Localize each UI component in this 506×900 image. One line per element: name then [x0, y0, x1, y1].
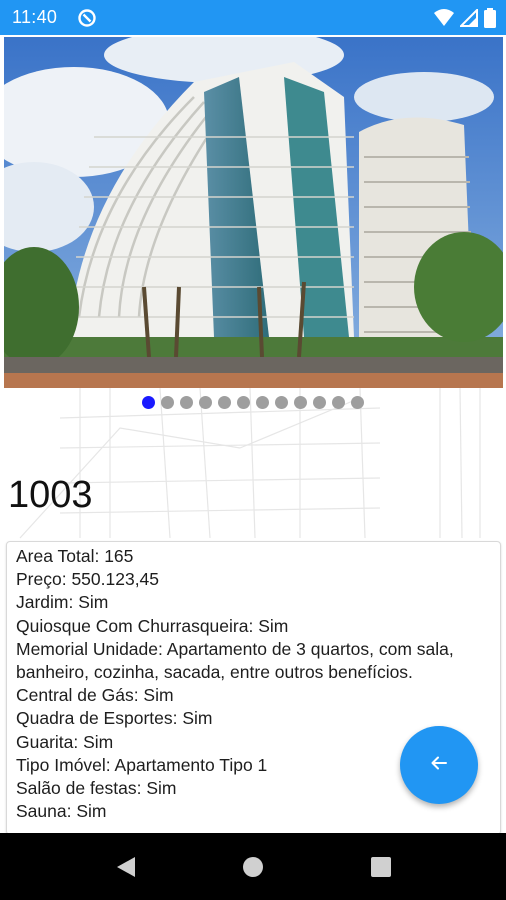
carousel-dot[interactable]: [199, 396, 212, 409]
detail-line: Quiosque Com Churrasqueira: Sim: [16, 615, 289, 636]
carousel-dot[interactable]: [275, 396, 288, 409]
detail-line: Central de Gás: Sim: [16, 685, 174, 706]
carousel-dot[interactable]: [218, 396, 231, 409]
signal-icon: [458, 7, 478, 32]
carousel-dot[interactable]: [351, 396, 364, 409]
status-bar: 11:40: [0, 0, 506, 35]
unit-title: 1003: [8, 474, 93, 516]
wifi-icon: [434, 9, 454, 32]
carousel-dot[interactable]: [313, 396, 326, 409]
navigation-bar: [0, 833, 506, 900]
status-time: 11:40: [12, 7, 58, 27]
back-triangle-icon[interactable]: [115, 855, 137, 884]
detail-line: Preço: 550.123,45: [16, 569, 160, 590]
arrow-left-icon: [429, 753, 449, 778]
carousel-dot[interactable]: [256, 396, 269, 409]
carousel-dot[interactable]: [237, 396, 250, 409]
carousel-dot[interactable]: [161, 396, 174, 409]
home-circle-icon[interactable]: [242, 855, 264, 884]
carousel-dot[interactable]: [142, 396, 155, 409]
recents-square-icon[interactable]: [370, 855, 392, 884]
detail-line: Quadra de Esportes: Sim: [16, 708, 213, 729]
battery-icon: [484, 8, 496, 33]
detail-line: Jardim: Sim: [16, 592, 109, 613]
carousel-indicator[interactable]: [0, 396, 506, 409]
building-photo[interactable]: [4, 37, 503, 388]
sync-icon: [77, 8, 97, 33]
detail-line: Area Total: 165: [16, 546, 134, 566]
detail-line: Memorial Unidade: Apartamento de 3 quart…: [16, 638, 454, 683]
carousel-dot[interactable]: [332, 396, 345, 409]
carousel-dot[interactable]: [180, 396, 193, 409]
back-fab-button[interactable]: [400, 726, 478, 804]
carousel-dot[interactable]: [294, 396, 307, 409]
detail-line: Sauna: Sim: [16, 801, 107, 822]
